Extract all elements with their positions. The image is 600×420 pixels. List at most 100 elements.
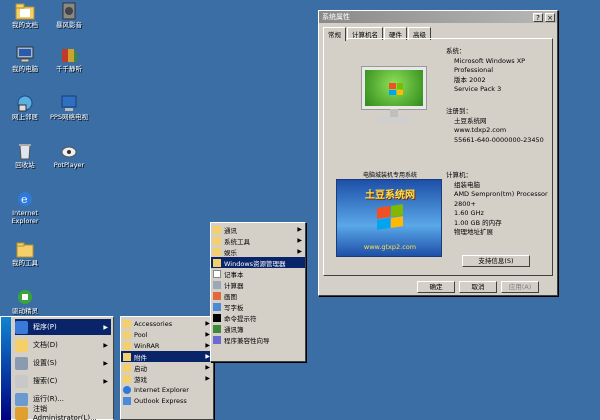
accessories-item-communications[interactable]: 通讯 ▶ — [211, 224, 305, 235]
desktop-icon-label: 我的工具 — [12, 259, 38, 267]
desktop-icon-driver[interactable]: 驱动精灵 — [2, 288, 48, 315]
desktop-icon-network[interactable]: 网上邻居 — [2, 94, 48, 121]
accessories-item-label: 计算器 — [224, 281, 244, 290]
ok-button[interactable]: 确定 — [417, 281, 455, 293]
desktop-icon-label: 回收站 — [15, 161, 35, 169]
programs-item-outlook[interactable]: Outlook Express — [121, 395, 213, 406]
desktop-icon-potplayer[interactable]: PotPlayer — [46, 142, 92, 169]
desktop-icon-my-computer[interactable]: 我的电脑 — [2, 46, 48, 73]
desktop-icon-media-player[interactable]: 暴风影音 — [46, 2, 92, 29]
banner-caption: 电脑城装机专用系统 — [362, 172, 417, 179]
start-item-label: 运行(R)... — [33, 395, 65, 403]
programs-icon — [15, 320, 28, 334]
programs-item-accessories-en[interactable]: Accessories ▶ — [121, 318, 213, 329]
accessories-item-label: 画图 — [224, 292, 237, 301]
system-line: Professional — [454, 66, 494, 74]
address-book-icon — [213, 324, 221, 333]
accessories-item-paint[interactable]: 画图 — [211, 290, 305, 301]
ie-icon: e — [15, 190, 35, 208]
registered-info: 注册到： 土豆系统网 www.tdxp2.com 55661-640-00000… — [446, 107, 544, 145]
computer-line: 物理地址扩展 — [454, 228, 493, 236]
system-line: 版本 2002 — [454, 75, 486, 84]
tab-general[interactable]: 常规 — [323, 27, 346, 41]
folder-documents-icon — [15, 2, 35, 20]
window-titlebar[interactable]: 系统属性 ? × — [319, 11, 557, 23]
start-menu-banner — [1, 317, 11, 420]
ie-icon — [123, 385, 131, 394]
accessories-item-explorer[interactable]: Windows资源管理器 — [211, 257, 305, 268]
close-button[interactable]: × — [545, 12, 555, 22]
music-player-icon — [59, 46, 79, 64]
folder-icon — [123, 374, 131, 383]
accessories-item-entertainment[interactable]: 娱乐 ▶ — [211, 246, 305, 257]
desktop-icon-label: 千千静听 — [56, 65, 82, 73]
documents-icon — [15, 338, 28, 352]
settings-icon — [15, 356, 28, 370]
start-item-label: 程序(P) — [33, 323, 57, 331]
desktop-icon-recycle-bin[interactable]: 回收站 — [2, 142, 48, 169]
desktop-icon-music-player[interactable]: 千千静听 — [46, 46, 92, 73]
desktop-icon-ie[interactable]: e Internet Explorer — [2, 190, 48, 225]
programs-menu: Accessories ▶ Pool ▶ WinRAR ▶ 附件 ▶ 启动 ▶ 游戏 ▶ I… — [120, 316, 214, 420]
system-line: Service Pack 3 — [454, 85, 502, 93]
folder-icon — [213, 225, 221, 234]
folder-icon — [213, 236, 221, 245]
network-places-icon — [15, 94, 35, 112]
desktop-icon-pps[interactable]: PPS网络电视 — [46, 94, 92, 121]
desktop-icon-label: 暴风影音 — [56, 21, 82, 29]
run-icon — [15, 392, 28, 406]
desktop-icon-label: 驱动精灵 — [12, 307, 38, 315]
programs-item-accessories[interactable]: 附件 ▶ — [121, 351, 213, 362]
computer-line: 2800+ — [454, 199, 476, 208]
accessories-item-label: 程序兼容性向导 — [224, 336, 270, 345]
start-item-programs[interactable]: 程序(P) ▶ — [15, 319, 111, 335]
desktop-icon-label: 我的电脑 — [12, 65, 38, 73]
accessories-item-label: 娱乐 — [224, 248, 237, 257]
accessories-item-label: 系统工具 — [224, 237, 250, 246]
start-item-settings[interactable]: 设置(S) ▶ — [15, 355, 111, 371]
windows-logo-icon — [389, 83, 403, 95]
start-item-logoff[interactable]: 注销 Administrator(L)... — [15, 405, 111, 420]
start-item-documents[interactable]: 文档(D) ▶ — [15, 337, 111, 353]
computer-line: 1.00 GB 的内存 — [454, 218, 502, 227]
desktop-icon-documents[interactable]: 我的文档 — [2, 2, 48, 29]
accessories-item-label: 写字板 — [224, 303, 244, 312]
programs-item-label: 附件 — [134, 353, 147, 362]
computer-line: AMD Sempron(tm) Processor — [454, 190, 548, 198]
accessories-item-compat-wizard[interactable]: 程序兼容性向导 — [211, 334, 305, 345]
programs-item-ie[interactable]: Internet Explorer — [121, 384, 213, 395]
start-item-search[interactable]: 搜索(C) ▶ — [15, 373, 111, 389]
programs-item-pool[interactable]: Pool ▶ — [121, 329, 213, 340]
svg-text:e: e — [21, 193, 28, 206]
programs-item-winrar[interactable]: WinRAR ▶ — [121, 340, 213, 351]
tool-folder-icon — [15, 240, 35, 258]
desktop-icon-label: 我的文档 — [12, 21, 38, 29]
accessories-item-cmd[interactable]: 命令提示符 — [211, 312, 305, 323]
accessories-item-system-tools[interactable]: 系统工具 ▶ — [211, 235, 305, 246]
cancel-button[interactable]: 取消 — [459, 281, 497, 293]
programs-item-label: Outlook Express — [134, 396, 187, 405]
programs-item-games[interactable]: 游戏 ▶ — [121, 373, 213, 384]
accessories-item-wordpad[interactable]: 写字板 — [211, 301, 305, 312]
driver-icon — [15, 288, 35, 306]
programs-item-label: 启动 — [134, 364, 147, 373]
explorer-icon — [213, 258, 221, 267]
desktop-icon-tools[interactable]: 我的工具 — [2, 240, 48, 267]
search-icon — [15, 374, 28, 388]
monitor-graphic — [362, 67, 426, 127]
start-item-label: 设置(S) — [33, 359, 57, 367]
media-player-icon — [59, 2, 79, 20]
desktop-icon-label: Internet Explorer — [11, 209, 39, 225]
help-button[interactable]: ? — [533, 12, 543, 22]
wordpad-icon — [213, 302, 221, 311]
support-info-button[interactable]: 支持信息(S) — [462, 255, 530, 267]
accessories-item-notepad[interactable]: 记事本 — [211, 268, 305, 279]
pps-icon — [59, 94, 79, 112]
programs-item-startup[interactable]: 启动 ▶ — [121, 362, 213, 373]
wizard-icon — [213, 335, 221, 344]
start-menu: 程序(P) ▶ 文档(D) ▶ 设置(S) ▶ 搜索(C) ▶ 运行(R)... 注销 … — [0, 316, 114, 420]
accessories-item-calculator[interactable]: 计算器 — [211, 279, 305, 290]
paint-icon — [213, 291, 221, 300]
apply-button[interactable]: 应用(A) — [501, 281, 539, 293]
accessories-item-address-book[interactable]: 通讯簿 — [211, 323, 305, 334]
